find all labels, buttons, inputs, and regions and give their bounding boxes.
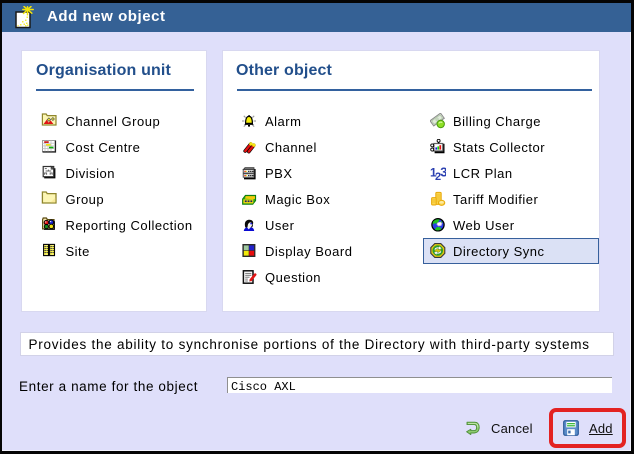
svg-text:3: 3 <box>440 165 446 180</box>
